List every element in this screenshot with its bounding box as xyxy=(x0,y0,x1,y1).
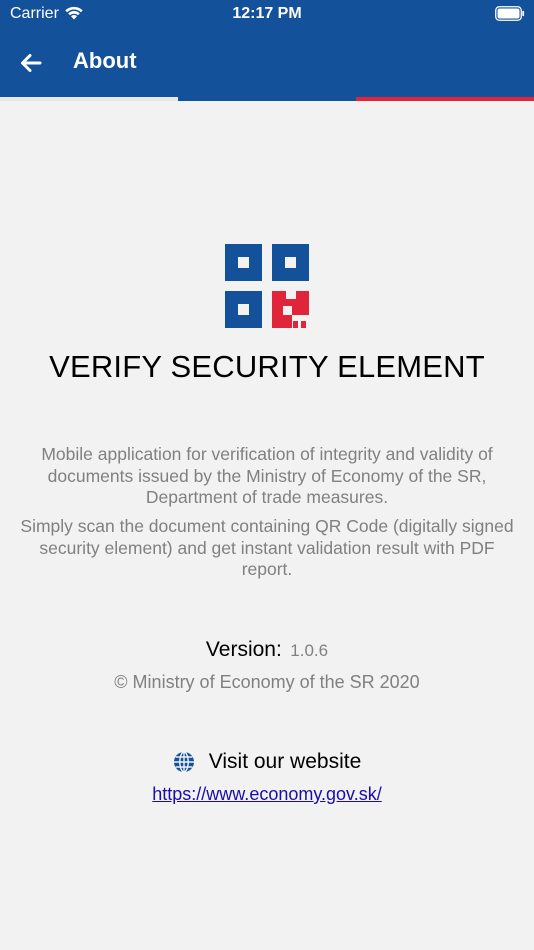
version-label: Version: xyxy=(205,638,282,661)
battery-icon xyxy=(495,6,525,21)
about-screen: Carrier 12:17 PM About VERIFY SECURITY E… xyxy=(0,0,534,950)
status-time: 12:17 PM xyxy=(232,5,302,22)
app-instructions: Simply scan the document containing QR C… xyxy=(20,516,514,579)
arrow-left-icon xyxy=(21,54,42,72)
app-name-heading: VERIFY SECURITY ELEMENT xyxy=(49,349,485,384)
app-bar: Carrier 12:17 PM About xyxy=(0,0,534,101)
qr-security-logo-icon xyxy=(225,244,309,328)
stripe-white xyxy=(0,97,178,101)
version-row: Version: 1.0.6 xyxy=(0,638,534,662)
copyright-text: © Ministry of Economy of the SR 2020 xyxy=(114,672,420,692)
visit-website-label: Visit our website xyxy=(208,750,362,773)
app-description: Mobile application for verification of i… xyxy=(41,444,493,507)
globe-icon xyxy=(173,751,194,773)
stripe-blue xyxy=(178,97,356,101)
status-bar: Carrier 12:17 PM xyxy=(0,0,534,28)
visit-website-row: Visit our website xyxy=(0,750,534,774)
website-link[interactable]: https://www.economy.gov.sk/ xyxy=(0,784,534,805)
version-value: 1.0.6 xyxy=(290,641,329,660)
tricolor-stripe xyxy=(0,97,534,101)
page-title: About xyxy=(73,48,137,73)
stripe-red xyxy=(356,97,534,101)
back-button[interactable] xyxy=(14,46,48,80)
